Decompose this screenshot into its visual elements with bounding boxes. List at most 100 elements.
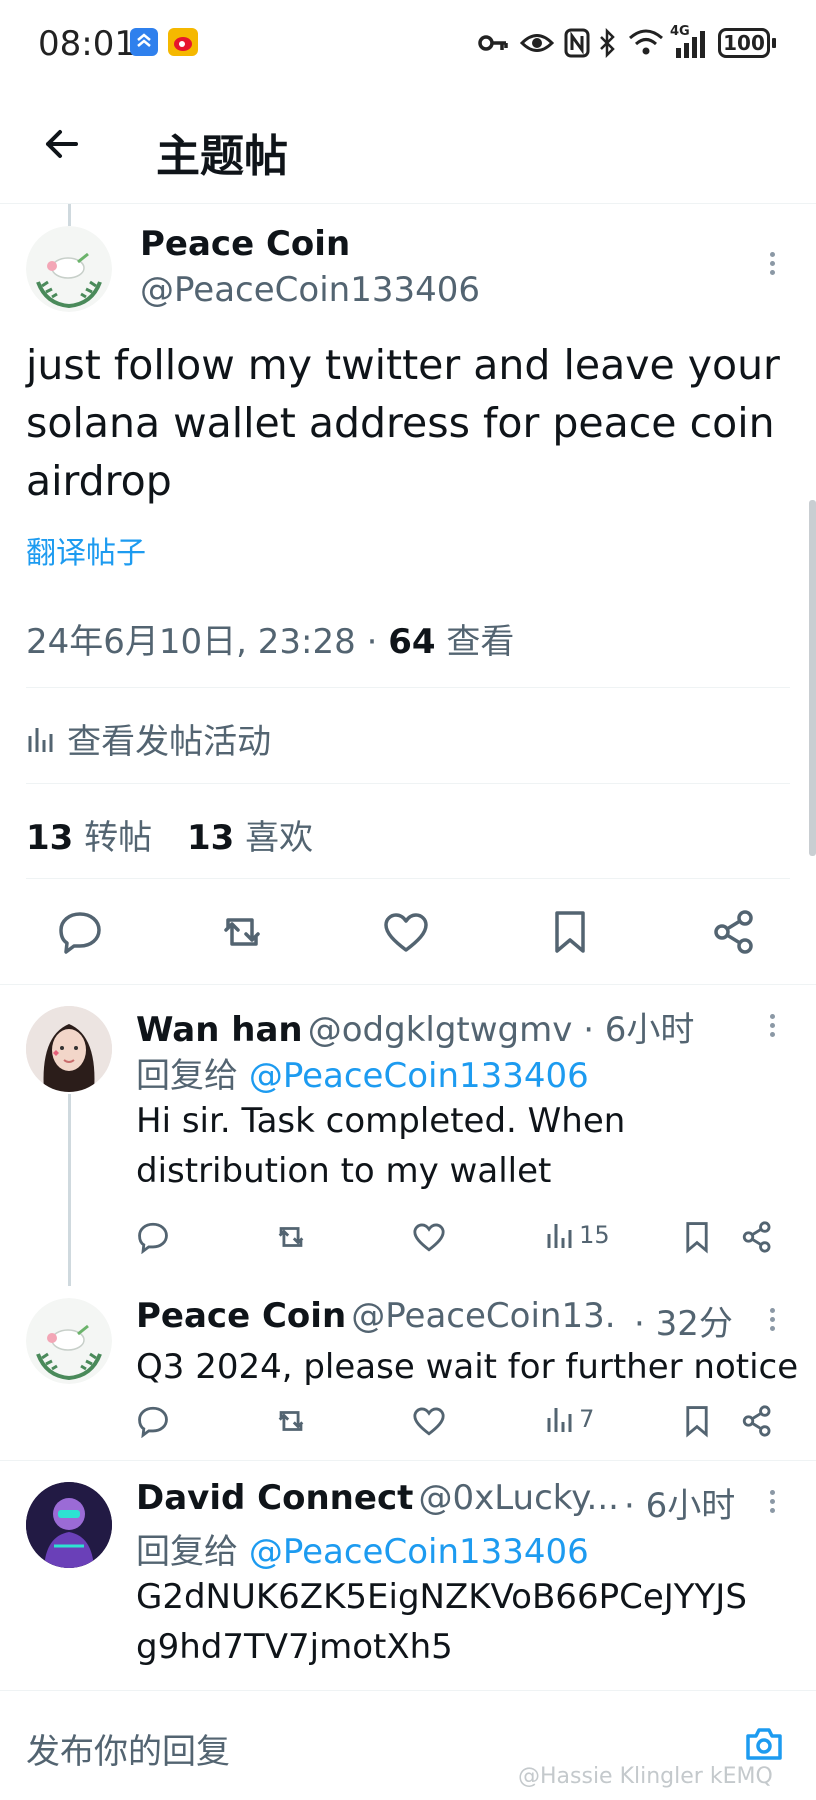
back-button[interactable] xyxy=(40,122,84,166)
repost-icon xyxy=(278,1411,304,1431)
reply-item[interactable]: David Connect @0xLucky... · 6小时 回复给 @Pea… xyxy=(0,1462,816,1690)
reply-icon xyxy=(59,912,101,954)
reply-button[interactable] xyxy=(136,1220,170,1255)
view-count: 64 xyxy=(388,622,436,662)
share-icon xyxy=(714,910,753,954)
reply-button[interactable] xyxy=(56,908,104,956)
reply-to-label: 回复给 xyxy=(136,1056,238,1096)
views-button[interactable]: 7 xyxy=(546,1404,594,1434)
reposts-stat[interactable]: 13 转帖 xyxy=(26,818,152,858)
battery-tip xyxy=(772,38,776,48)
divider xyxy=(26,783,790,784)
peace-coin-avatar-image xyxy=(26,226,112,312)
reply-text-line: g9hd7TV7jmotXh5 xyxy=(136,1627,453,1667)
status-time: 08:01 xyxy=(38,24,136,64)
avatar[interactable] xyxy=(26,1482,112,1568)
share-button[interactable] xyxy=(740,1220,774,1254)
divider xyxy=(26,687,790,688)
post-author-name[interactable]: Peace Coin xyxy=(140,224,350,264)
reply-to-line: 回复给 @PeaceCoin133406 xyxy=(136,1048,589,1097)
divider xyxy=(0,984,816,985)
avatar[interactable] xyxy=(26,226,112,312)
signal-icon xyxy=(676,31,705,58)
likes-stat[interactable]: 13 喜欢 xyxy=(187,818,313,858)
app-notification-icon xyxy=(130,28,158,56)
reply-author-name[interactable]: Wan han xyxy=(136,1010,303,1050)
reply-to-mention-link[interactable]: @PeaceCoin133406 xyxy=(249,1532,589,1572)
reply-text-line: Hi sir. Task completed. When xyxy=(136,1101,626,1141)
reply-button[interactable] xyxy=(136,1404,170,1439)
more-options-button[interactable] xyxy=(764,1010,780,1046)
reply-time: · 6小时 xyxy=(624,1486,736,1526)
reply-icon xyxy=(138,1406,168,1439)
bookmark-button[interactable] xyxy=(546,908,594,956)
share-button[interactable] xyxy=(740,1404,774,1438)
reply-composer: 发布你的回复 @Hassie Klingler kEMQ xyxy=(0,1692,816,1800)
more-options-button[interactable] xyxy=(764,1486,780,1522)
post-author-handle[interactable]: @PeaceCoin133406 xyxy=(140,270,480,310)
camera-button[interactable] xyxy=(742,1722,786,1766)
engagement-stats: 13 转帖 13 喜欢 xyxy=(26,810,313,859)
reply-to-mention-link[interactable]: @PeaceCoin133406 xyxy=(249,1056,589,1096)
like-button[interactable] xyxy=(382,908,430,956)
reply-item[interactable]: Wan han @odgklgtwgmv · 6小时 回复给 @PeaceCoi… xyxy=(0,986,816,1286)
wifi-icon xyxy=(629,29,663,55)
share-icon xyxy=(742,1221,771,1253)
reply-input[interactable]: 发布你的回复 xyxy=(26,1724,230,1773)
avatar[interactable] xyxy=(26,1298,112,1384)
share-button[interactable] xyxy=(710,908,758,956)
analytics-icon xyxy=(547,1408,572,1432)
reply-author-handle-time[interactable]: @odgklgtwgmv · 6小时 xyxy=(308,1010,695,1050)
bookmark-button[interactable] xyxy=(680,1404,714,1438)
view-post-activity-link[interactable]: 查看发帖活动 xyxy=(26,714,271,762)
divider xyxy=(0,1690,816,1691)
reply-icon xyxy=(138,1222,168,1255)
view-count: 7 xyxy=(579,1405,595,1433)
more-options-button[interactable] xyxy=(764,1304,780,1340)
reply-header: David Connect @0xLucky... xyxy=(136,1478,624,1518)
post-meta: 24年6月10日, 23:28 · 64 查看 xyxy=(26,614,514,663)
analytics-icon xyxy=(28,727,53,752)
top-app-bar: 主题帖 xyxy=(0,90,816,204)
reply-text: Q3 2024, please wait for further notice xyxy=(136,1347,799,1387)
repost-count: 13 xyxy=(26,818,74,858)
repost-button[interactable] xyxy=(274,1404,308,1438)
reply-item[interactable]: Peace Coin @PeaceCoin13... · 32分 Q3 2024… xyxy=(0,1286,816,1460)
more-options-button[interactable] xyxy=(764,248,780,284)
reply-header: Peace Coin @PeaceCoin13... xyxy=(136,1296,616,1336)
thread-line xyxy=(68,204,71,226)
reply-header: Wan han @odgklgtwgmv · 6小时 xyxy=(136,1002,694,1051)
reply-time: · 32分 xyxy=(634,1304,733,1344)
reply-author-name[interactable]: Peace Coin xyxy=(136,1296,346,1336)
repost-icon xyxy=(224,918,260,946)
reply-author-name[interactable]: David Connect xyxy=(136,1478,413,1518)
like-button[interactable] xyxy=(412,1220,446,1254)
wan-han-avatar-image xyxy=(26,1006,112,1092)
reply-author-handle[interactable]: @0xLucky... xyxy=(418,1478,619,1518)
analytics-icon xyxy=(547,1224,572,1248)
reposts-label: 转帖 xyxy=(84,818,153,858)
page-title: 主题帖 xyxy=(156,131,288,182)
watermark: @Hassie Klingler kEMQ xyxy=(518,1764,773,1789)
reply-text: Hi sir. Task completed. When distributio… xyxy=(136,1096,796,1196)
like-count: 13 xyxy=(186,818,235,858)
camera-icon xyxy=(746,1728,782,1760)
repost-button[interactable] xyxy=(274,1220,308,1254)
david-connect-avatar-image xyxy=(26,1482,112,1568)
reply-author-handle[interactable]: @PeaceCoin13... xyxy=(351,1296,616,1336)
eye-icon xyxy=(520,34,554,52)
repost-button[interactable] xyxy=(218,908,266,956)
reply-text: G2dNUK6ZK5EigNZKVoB66PCeJYYJS g9hd7TV7jm… xyxy=(136,1572,804,1672)
weibo-notification-icon xyxy=(168,28,198,56)
avatar[interactable] xyxy=(26,1006,112,1092)
views-button[interactable]: 15 xyxy=(546,1220,610,1250)
repost-icon xyxy=(278,1227,304,1247)
scrollbar[interactable] xyxy=(809,500,816,856)
reply-to-label: 回复给 xyxy=(136,1532,238,1572)
like-button[interactable] xyxy=(412,1404,446,1438)
peace-coin-avatar-image xyxy=(26,1298,112,1384)
bookmark-button[interactable] xyxy=(680,1220,714,1254)
view-count: 15 xyxy=(579,1221,610,1249)
translate-post-link[interactable]: 翻译帖子 xyxy=(26,528,146,572)
reply-text-line: G2dNUK6ZK5EigNZKVoB66PCeJYYJS xyxy=(136,1577,747,1617)
